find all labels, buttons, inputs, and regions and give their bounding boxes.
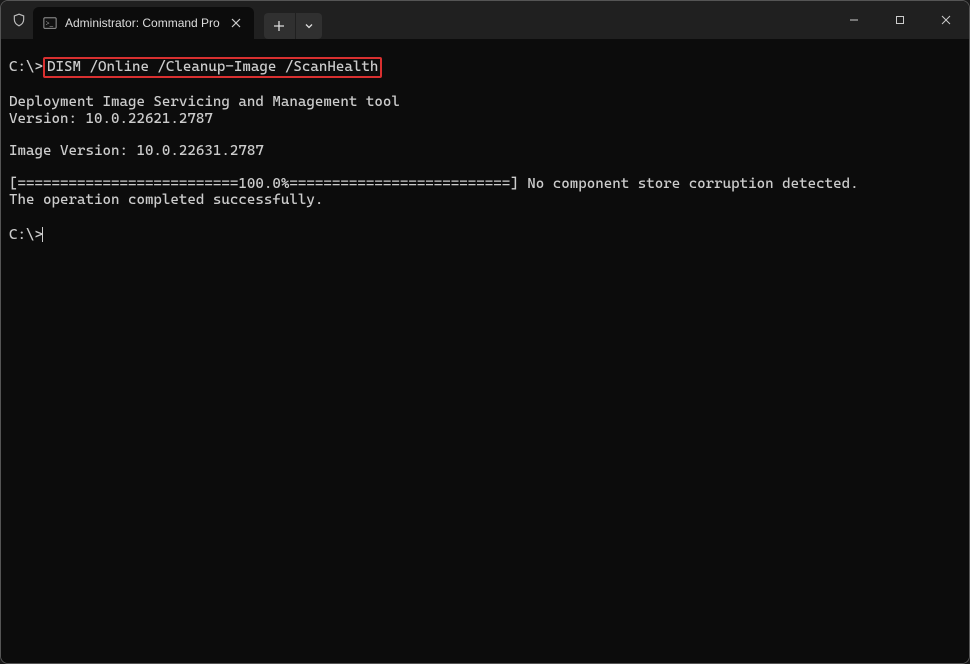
titlebar-left [1, 1, 27, 39]
new-tab-button[interactable] [264, 13, 296, 39]
terminal-window: >_ Administrator: Command Pro [0, 0, 970, 664]
maximize-button[interactable] [877, 1, 923, 39]
command-prompt-icon: >_ [43, 16, 57, 30]
prompt-prefix: C:\> [9, 227, 43, 243]
output-success: The operation completed successfully. [9, 192, 323, 208]
svg-text:>_: >_ [46, 20, 54, 28]
text-cursor [42, 227, 43, 242]
minimize-button[interactable] [831, 1, 877, 39]
shield-icon [11, 12, 27, 28]
close-window-button[interactable] [923, 1, 969, 39]
tab-title: Administrator: Command Pro [65, 16, 220, 30]
prompt-prefix: C:\> [9, 59, 43, 75]
command-text: DISM /Online /Cleanup-Image /ScanHealth [47, 59, 378, 75]
output-progress: [==========================100.0%=======… [9, 176, 859, 192]
tab-dropdown-button[interactable] [296, 13, 322, 39]
output-tool-name: Deployment Image Servicing and Managemen… [9, 94, 400, 110]
window-controls [831, 1, 969, 39]
highlighted-command: DISM /Online /Cleanup-Image /ScanHealth [43, 57, 382, 78]
output-version: Version: 10.0.22621.2787 [9, 111, 213, 127]
prompt-line-2: C:\> [9, 227, 43, 243]
terminal-output[interactable]: C:\>DISM /Online /Cleanup-Image /ScanHea… [1, 39, 969, 663]
close-tab-button[interactable] [228, 15, 244, 31]
output-image-version: Image Version: 10.0.22631.2787 [9, 143, 264, 159]
new-tab-group [264, 13, 322, 39]
titlebar-drag-area[interactable] [322, 1, 831, 39]
prompt-line-1: C:\>DISM /Online /Cleanup-Image /ScanHea… [9, 59, 382, 75]
tab-active[interactable]: >_ Administrator: Command Pro [33, 7, 254, 39]
tab-group: >_ Administrator: Command Pro [27, 1, 322, 39]
titlebar: >_ Administrator: Command Pro [1, 1, 969, 39]
